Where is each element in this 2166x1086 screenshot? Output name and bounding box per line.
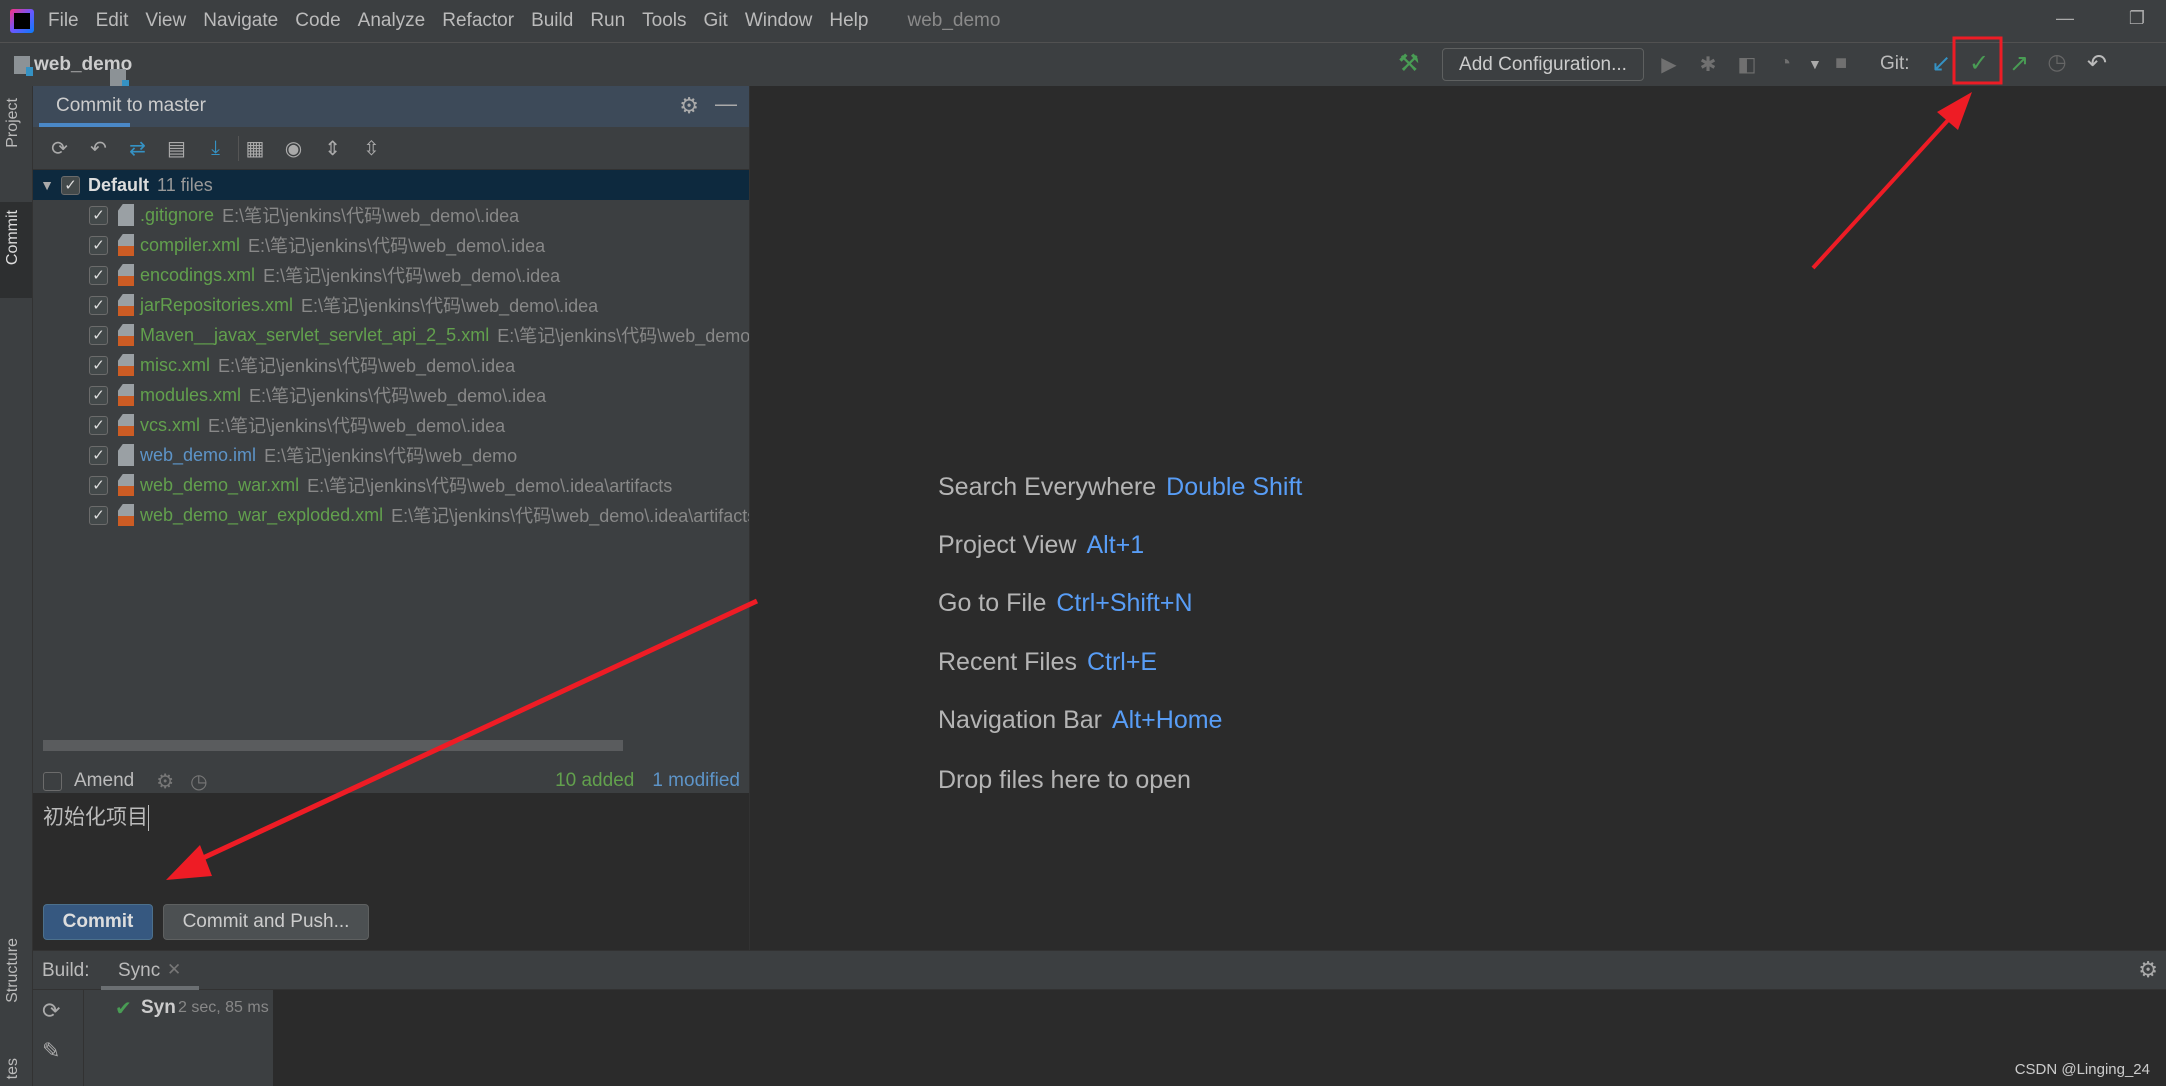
annotation-overlay [166, 36, 2003, 880]
watermark: CSDN @Linging_24 [2014, 1061, 2150, 1078]
annotation-arrow-commit-icon [1811, 116, 1952, 270]
annotation-arrow-commit-button [188, 598, 759, 867]
annotation-arrowhead-bottom [166, 845, 212, 880]
annotation-highlight-box [1952, 36, 2003, 85]
